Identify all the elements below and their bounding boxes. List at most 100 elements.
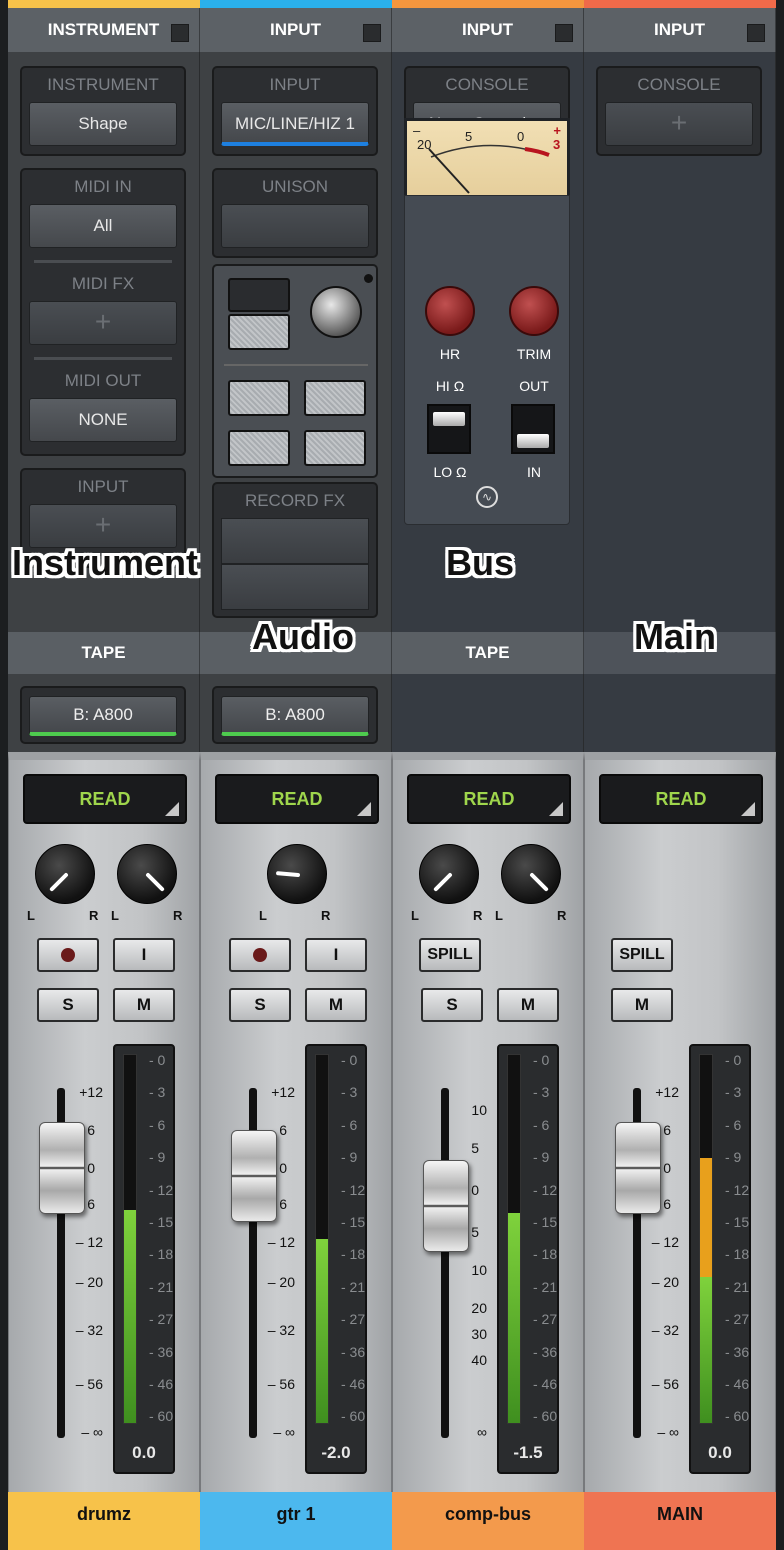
record-fx-label: RECORD FX <box>244 491 346 510</box>
instrument-slot-label: INSTRUMENT <box>47 75 159 94</box>
channel-name[interactable]: comp-bus <box>392 1492 584 1536</box>
console-slot-label: CONSOLE <box>637 75 721 94</box>
scale-label: – ∞ <box>81 1424 103 1440</box>
spill-button[interactable]: SPILL <box>419 938 481 972</box>
scale-label: 6 <box>87 1196 95 1212</box>
preamp-switch-top[interactable] <box>228 278 290 312</box>
header-checkbox[interactable] <box>363 24 381 42</box>
record-fx-slot-1[interactable] <box>221 518 369 564</box>
overlay-instrument: Instrument <box>12 542 199 583</box>
input-source-button[interactable]: MIC/LINE/HIZ 1 <box>221 102 369 146</box>
impedance-toggle[interactable] <box>427 404 471 454</box>
mute-button[interactable]: M <box>305 988 367 1022</box>
record-arm-button[interactable] <box>229 938 291 972</box>
pan-knob[interactable] <box>267 844 327 904</box>
scale-label: +12 <box>271 1084 295 1100</box>
channel-color-bar <box>200 0 392 8</box>
scale-label: 30 <box>471 1326 487 1342</box>
pan-r-label: R <box>557 908 567 923</box>
record-arm-button[interactable] <box>37 938 99 972</box>
preamp-button-1[interactable] <box>228 380 290 416</box>
vu-meter: – + 20 5 0 3 <box>404 118 570 198</box>
input-monitor-button[interactable]: I <box>305 938 367 972</box>
trim-label: TRIM <box>516 346 552 362</box>
scale-label: 6 <box>87 1122 95 1138</box>
instrument-button[interactable]: Shape <box>29 102 177 146</box>
channel-name[interactable]: drumz <box>8 1492 200 1536</box>
knob-indicator <box>529 872 549 892</box>
spill-button[interactable]: SPILL <box>611 938 673 972</box>
meter-scale-label: - 18 <box>725 1246 750 1263</box>
meter-scale-label: - 60 <box>341 1408 366 1425</box>
header-checkbox[interactable] <box>747 24 765 42</box>
meter-fill <box>700 1158 712 1423</box>
automation-read-button[interactable]: READ <box>407 774 571 824</box>
pan-knob-right[interactable] <box>501 844 561 904</box>
solo-button[interactable]: S <box>421 988 483 1022</box>
meter-scale-label: - 15 <box>725 1214 750 1230</box>
scale-label: – 12 <box>75 1234 103 1250</box>
automation-read-button[interactable]: READ <box>215 774 379 824</box>
record-fx-slot-2[interactable] <box>221 564 369 610</box>
automation-label: READ <box>271 789 323 809</box>
meter-scale-label: - 27 <box>149 1311 174 1328</box>
scale-label: 6 <box>279 1196 287 1212</box>
tape-header: TAPE <box>8 632 200 674</box>
hr-label: HR <box>439 346 461 362</box>
preamp-gain-knob[interactable] <box>310 286 362 338</box>
unison-button[interactable] <box>221 204 369 248</box>
scale-label: – 32 <box>267 1322 295 1338</box>
header-checkbox[interactable] <box>555 24 573 42</box>
mute-button[interactable]: M <box>611 988 673 1022</box>
mute-button[interactable]: M <box>113 988 175 1022</box>
divider <box>224 364 368 366</box>
pan-knob-left[interactable] <box>35 844 95 904</box>
hr-knob[interactable] <box>425 286 475 336</box>
midi-panel: MIDI IN All MIDI FX + MIDI OUT NONE <box>20 168 186 456</box>
plus-icon: + <box>94 509 112 540</box>
pan-knob-left[interactable] <box>419 844 479 904</box>
solo-button[interactable]: S <box>229 988 291 1022</box>
meter-scale-label: - 46 <box>533 1376 558 1392</box>
console-add-button[interactable]: + <box>605 102 753 146</box>
midi-fx-label: MIDI FX <box>71 274 135 293</box>
channel-name[interactable]: gtr 1 <box>200 1492 392 1536</box>
header-checkbox[interactable] <box>171 24 189 42</box>
solo-button[interactable]: S <box>37 988 99 1022</box>
scale-label: 10 <box>471 1262 487 1278</box>
channel-color-bar <box>584 1536 776 1550</box>
scale-label: – 56 <box>651 1376 679 1392</box>
tape-button[interactable]: B: A800 <box>221 696 369 736</box>
automation-read-button[interactable]: READ <box>599 774 763 824</box>
unison-panel: UNISON <box>212 168 378 258</box>
meter-scale-label: - 46 <box>149 1376 174 1392</box>
scale-label: 20 <box>471 1300 487 1316</box>
meter-scale-label: - 36 <box>533 1343 558 1360</box>
pan-knob-right[interactable] <box>117 844 177 904</box>
plus-icon: + <box>94 306 112 337</box>
scale-label: – ∞ <box>273 1424 295 1440</box>
meter-scale-label: - 12 <box>149 1181 174 1198</box>
preamp-button-2[interactable] <box>304 380 366 416</box>
meter-scale-label: - 18 <box>533 1246 558 1263</box>
trim-knob[interactable] <box>509 286 559 336</box>
meter-scale-label: - 6 <box>725 1116 742 1133</box>
mute-button[interactable]: M <box>497 988 559 1022</box>
tape-area <box>584 674 776 752</box>
preamp-button-3[interactable] <box>228 430 290 466</box>
inserts-area: CONSOLE + <box>584 52 776 632</box>
midi-out-button[interactable]: NONE <box>29 398 177 442</box>
midi-fx-add-button[interactable]: + <box>29 301 177 345</box>
automation-read-button[interactable]: READ <box>23 774 187 824</box>
out-in-toggle[interactable] <box>511 404 555 454</box>
tape-button[interactable]: B: A800 <box>29 696 177 736</box>
preamp-switch-bottom[interactable] <box>228 314 290 350</box>
input-monitor-button[interactable]: I <box>113 938 175 972</box>
divider <box>34 260 172 263</box>
channel-name[interactable]: MAIN <box>584 1492 776 1536</box>
dropdown-corner-icon <box>741 802 755 816</box>
channel-strip-drumz: INSTRUMENT INSTRUMENT Shape MIDI IN All … <box>8 0 200 1550</box>
midi-in-button[interactable]: All <box>29 204 177 248</box>
preamp-button-4[interactable] <box>304 430 366 466</box>
scale-label: 0 <box>279 1160 287 1176</box>
